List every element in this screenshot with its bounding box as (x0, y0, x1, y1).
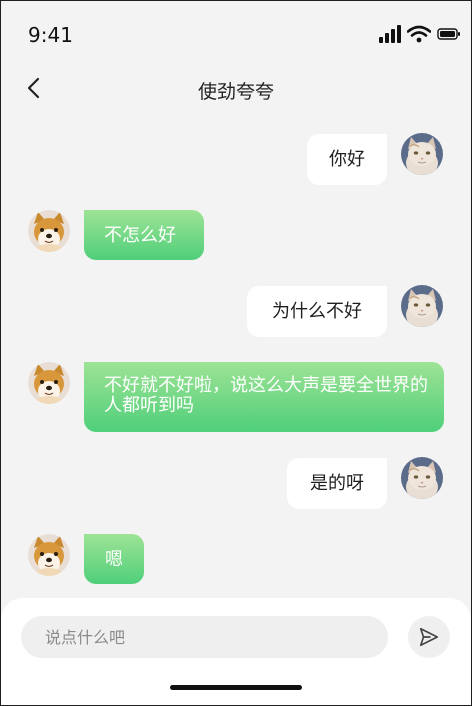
nav-header: 使劲夸夸 (1, 65, 471, 113)
message-bubble-outgoing[interactable]: 为什么不好 (247, 286, 387, 337)
wifi-icon (407, 25, 431, 43)
signal-icon (379, 25, 401, 43)
message-bubble-outgoing[interactable]: 你好 (307, 134, 387, 185)
cat-avatar[interactable] (401, 457, 443, 499)
cat-avatar[interactable] (401, 285, 443, 327)
message-input[interactable] (21, 616, 388, 658)
home-indicator (170, 685, 302, 690)
battery-icon (437, 28, 460, 40)
message-bubble-incoming[interactable]: 不好就不好啦，说这么大声是要全世界的人都听到吗 (84, 362, 444, 432)
status-icons (379, 25, 461, 43)
message-bubble-outgoing[interactable]: 是的呀 (287, 458, 387, 509)
shiba-avatar[interactable] (28, 534, 70, 576)
cat-avatar[interactable] (401, 133, 443, 175)
composer-panel (1, 598, 471, 705)
send-button[interactable] (408, 616, 450, 658)
message-bubble-incoming[interactable]: 不怎么好 (84, 210, 204, 260)
chat-screen: 9:41 使劲夸夸 你好 不怎么好 为什么不好 不好就不好啦，说这么大声是要全世… (0, 0, 472, 706)
status-bar: 9:41 (1, 1, 471, 65)
shiba-avatar[interactable] (28, 362, 70, 404)
status-time: 9:41 (28, 23, 73, 47)
page-title: 使劲夸夸 (197, 81, 274, 103)
send-icon (419, 627, 439, 647)
shiba-avatar[interactable] (28, 210, 70, 252)
message-bubble-incoming[interactable]: 嗯 (84, 534, 144, 584)
